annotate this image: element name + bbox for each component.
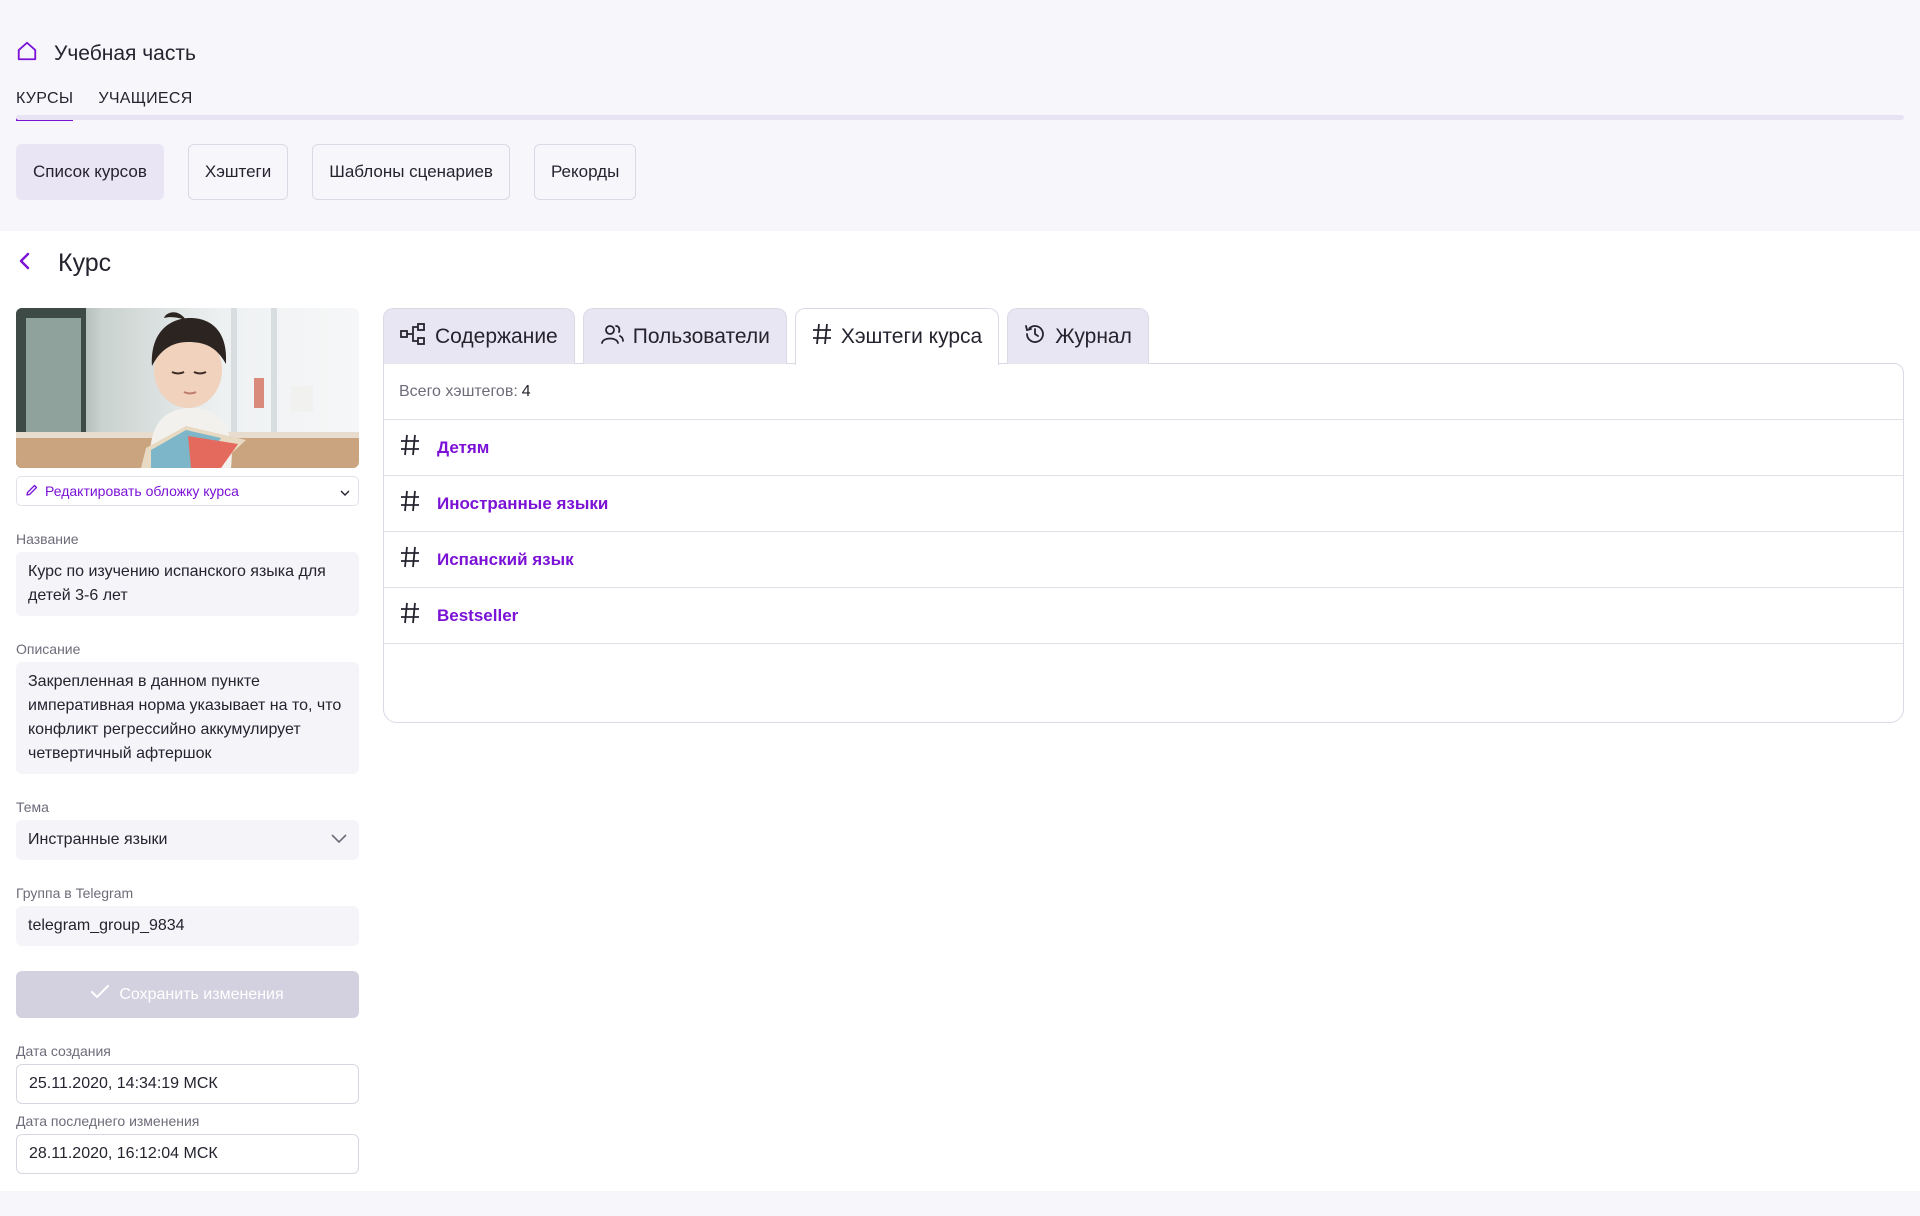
tab-journal[interactable]: Журнал [1007,308,1149,364]
pill-course-list[interactable]: Список курсов [16,144,164,200]
total-count: 4 [521,382,531,400]
history-icon [1024,323,1046,351]
list-item: Bestseller [384,588,1903,644]
course-cover-image [16,308,359,468]
modified-field: 28.11.2020, 16:12:04 МСК [16,1134,359,1174]
main-content: Курс Редактировать обложку курса Названи… [0,231,1920,1191]
hashtags-panel: Всего хэштегов: 4 Детям Иностранные язык… [383,363,1904,723]
tab-users[interactable]: Пользователи [582,308,787,364]
list-item: Детям [384,420,1903,476]
users-icon [600,323,624,351]
top-header: Учебная часть КУРСЫ УЧАЩИЕСЯ Список курс… [0,0,1920,231]
check-icon [91,985,110,1004]
course-details: Содержание Пользователи Хэштеги курса Жу… [383,308,1904,723]
sub-navigation: Список курсов Хэштеги Шаблоны сценариев … [16,144,637,200]
breadcrumb: Учебная часть [16,40,196,67]
content-tabs: Содержание Пользователи Хэштеги курса Жу… [383,308,1904,365]
hashtag-icon [812,323,832,351]
course-form: Редактировать обложку курса Название Кур… [16,308,359,1174]
tabs-divider [16,115,1904,120]
list-item: Испанский язык [384,532,1903,588]
save-button[interactable]: Сохранить изменения [16,971,359,1018]
pill-records[interactable]: Рекорды [533,144,637,200]
hashtag-link[interactable]: Испанский язык [437,550,574,570]
pill-hashtags[interactable]: Хэштеги [187,144,289,200]
pill-scenario-templates[interactable]: Шаблоны сценариев [312,144,510,200]
structure-icon [400,322,426,351]
tab-content[interactable]: Содержание [383,308,575,364]
footer-strip [0,1191,1920,1216]
pencil-icon [25,483,39,500]
edit-cover-dropdown[interactable]: Редактировать обложку курса [16,476,359,506]
created-field: 25.11.2020, 14:34:19 МСК [16,1064,359,1104]
hashtag-link[interactable]: Иностранные языки [437,494,608,514]
hashtag-icon [400,490,420,517]
chevron-down-icon [340,483,350,499]
telegram-label: Группа в Telegram [16,885,134,901]
tab-label: Пользователи [632,324,770,348]
description-label: Описание [16,641,81,657]
name-label: Название [16,531,79,547]
home-icon[interactable] [16,40,38,67]
hashtags-total: Всего хэштегов: 4 [384,364,1903,420]
hashtag-icon [400,602,420,629]
hashtag-link[interactable]: Детям [437,438,489,458]
telegram-field[interactable]: telegram_group_9834 [16,906,359,946]
section-title: Учебная часть [54,41,196,65]
edit-cover-label: Редактировать обложку курса [45,483,239,499]
page-header: Курс [18,249,111,278]
page-title: Курс [58,249,112,277]
created-label: Дата создания [16,1043,111,1059]
hashtag-link[interactable]: Bestseller [437,606,518,626]
modified-label: Дата последнего изменения [16,1113,200,1129]
hashtag-icon [400,546,420,573]
topic-select[interactable]: Инстранные языки [16,820,359,860]
list-item: Иностранные языки [384,476,1903,532]
hashtag-icon [400,434,420,461]
total-label: Всего хэштегов: [399,382,518,400]
save-label: Сохранить изменения [119,985,284,1003]
name-field[interactable]: Курс по изучению испанского языка для де… [16,552,359,616]
description-field[interactable]: Закрепленная в данном пункте императивна… [16,662,359,774]
tab-label: Журнал [1055,324,1132,348]
back-chevron-icon[interactable] [18,251,32,276]
tab-course-hashtags[interactable]: Хэштеги курса [794,308,1000,365]
chevron-down-icon [331,828,347,852]
tab-label: Содержание [435,324,558,348]
tab-label: Хэштеги курса [840,325,983,348]
topic-label: Тема [16,799,49,815]
topic-value: Инстранные языки [28,831,168,848]
